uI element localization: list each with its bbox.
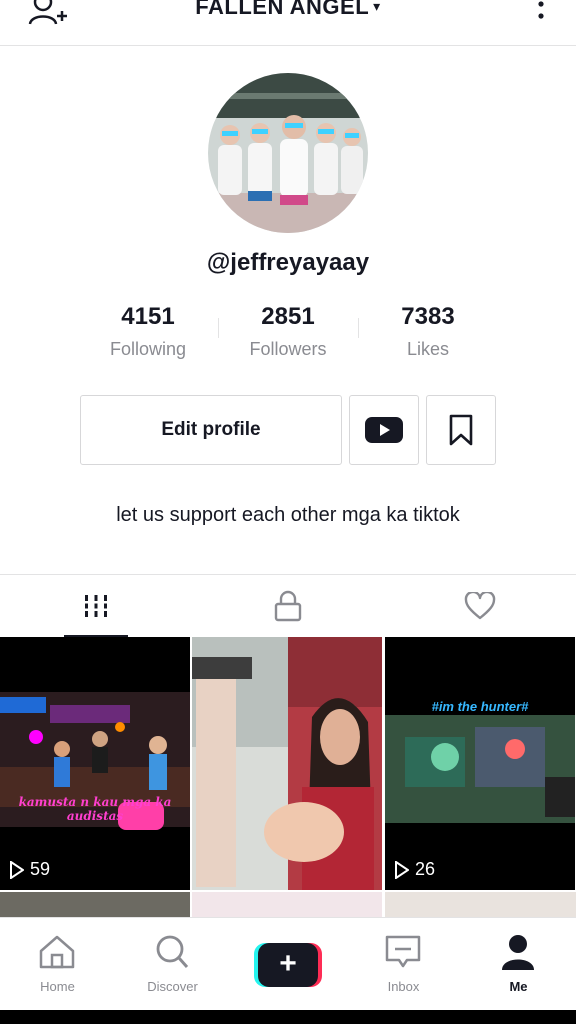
lock-icon xyxy=(274,590,302,622)
username: @jeffreyayaay xyxy=(206,249,370,276)
edit-profile-button[interactable]: Edit profile xyxy=(80,395,342,465)
video-thumbnail[interactable] xyxy=(0,892,190,918)
nav-inbox[interactable]: Inbox xyxy=(346,918,461,1011)
stat-likes[interactable]: 7383 Likes xyxy=(358,303,498,360)
bio-text: let us support each other mga ka tiktok xyxy=(116,504,460,526)
profile-stats: 4151 Following 2851 Followers 7383 Likes xyxy=(0,303,576,373)
bottom-nav: Home Discover + Inbox Me xyxy=(0,917,576,1010)
stat-following[interactable]: 4151 Following xyxy=(78,303,218,360)
nav-discover-label: Discover xyxy=(147,979,198,994)
video-thumbnail[interactable] xyxy=(385,892,576,918)
likes-count: 7383 xyxy=(401,303,455,330)
nav-me[interactable]: Me xyxy=(461,918,576,1011)
nav-inbox-label: Inbox xyxy=(387,979,420,994)
nav-discover[interactable]: Discover xyxy=(115,918,230,1011)
video-caption: kamusta n kau mga ka audistas xyxy=(18,795,172,823)
profile-icon xyxy=(502,935,534,970)
youtube-icon xyxy=(365,417,403,443)
video-thumbnail[interactable]: kamusta n kau mga ka audistas 59 xyxy=(0,637,190,890)
heart-icon xyxy=(464,592,496,620)
divider xyxy=(218,318,219,338)
play-icon xyxy=(395,860,409,879)
youtube-button[interactable] xyxy=(349,395,419,465)
more-vertical-icon[interactable] xyxy=(536,0,546,24)
system-bar xyxy=(0,1010,576,1024)
plus-icon: + xyxy=(279,947,297,980)
avatar[interactable] xyxy=(208,73,368,233)
nav-home-label: Home xyxy=(40,979,75,994)
inbox-icon xyxy=(385,935,421,968)
video-thumbnail[interactable] xyxy=(192,637,382,890)
video-thumbnail[interactable] xyxy=(192,892,382,918)
tab-liked[interactable] xyxy=(384,575,576,637)
divider xyxy=(358,318,359,338)
view-count: 59 xyxy=(10,859,50,880)
video-caption: #im the hunter# xyxy=(431,699,529,714)
stat-followers[interactable]: 2851 Followers xyxy=(218,303,358,360)
home-icon xyxy=(39,935,75,969)
likes-label: Likes xyxy=(406,339,450,359)
nav-home[interactable]: Home xyxy=(0,918,115,1011)
play-icon xyxy=(10,860,24,879)
content-tabs xyxy=(0,574,576,638)
bookmark-icon xyxy=(449,414,473,446)
search-icon xyxy=(156,935,189,968)
view-count-value: 59 xyxy=(30,859,51,879)
followers-label: Followers xyxy=(249,339,327,359)
following-count: 4151 xyxy=(121,303,175,330)
view-count-value: 26 xyxy=(415,859,436,879)
chevron-down-icon: ▾ xyxy=(373,0,381,14)
nav-me-label: Me xyxy=(509,979,528,994)
account-name: FALLEN ANGEL xyxy=(195,0,370,19)
video-grid: kamusta n kau mga ka audistas 59 #im the… xyxy=(0,637,576,918)
create-button[interactable]: + xyxy=(254,943,322,987)
following-label: Following xyxy=(109,339,187,359)
grid-icon xyxy=(83,595,109,617)
followers-count: 2851 xyxy=(261,303,315,330)
favorites-button[interactable] xyxy=(426,395,496,465)
tab-videos[interactable] xyxy=(0,575,192,637)
view-count: 26 xyxy=(395,859,435,880)
tab-private[interactable] xyxy=(192,575,384,637)
video-thumbnail[interactable]: #im the hunter# 26 xyxy=(385,637,575,890)
account-switcher[interactable]: FALLEN ANGEL ▾ xyxy=(0,0,576,20)
top-bar: FALLEN ANGEL ▾ xyxy=(0,0,576,46)
